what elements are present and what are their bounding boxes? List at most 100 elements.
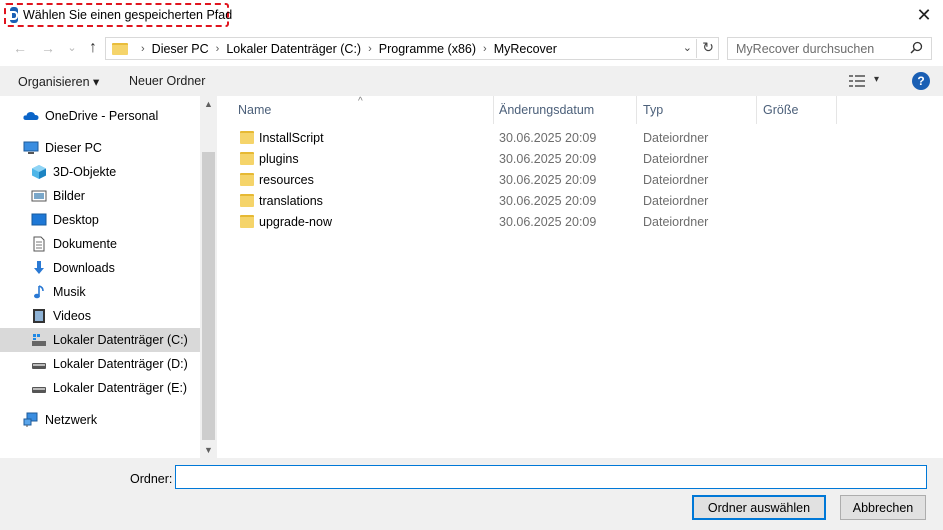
app-icon: [10, 7, 18, 23]
computer-icon: [23, 141, 39, 154]
file-date: 30.06.2025 20:09: [499, 173, 597, 187]
sidebar-item-label: Downloads: [53, 261, 115, 275]
sidebar-item-netzwerk[interactable]: Netzwerk: [0, 408, 200, 432]
folder-label: Ordner:: [130, 472, 173, 486]
table-row[interactable]: plugins 30.06.2025 20:09 Dateiordner: [238, 149, 838, 170]
column-header-date[interactable]: Änderungsdatum: [497, 96, 637, 124]
sidebar-item-label: Lokaler Datenträger (C:): [53, 333, 188, 347]
column-divider[interactable]: [836, 96, 837, 124]
sidebar-item-label: OneDrive - Personal: [45, 109, 159, 123]
breadcrumb-dieser-pc[interactable]: Dieser PC: [152, 42, 209, 56]
sidebar-item-bilder[interactable]: Bilder: [0, 184, 200, 208]
sidebar-item-drive-d[interactable]: Lokaler Datenträger (D:): [0, 352, 200, 376]
column-header-name[interactable]: Name: [236, 96, 492, 124]
sidebar-item-downloads[interactable]: Downloads: [0, 256, 200, 280]
window-title: Wählen Sie einen gespeicherten Pfad: [23, 8, 233, 22]
address-bar[interactable]: › Dieser PC › Lokaler Datenträger (C:) ›…: [105, 37, 719, 60]
document-icon: [33, 236, 45, 252]
breadcrumb-separator[interactable]: ›: [368, 43, 372, 55]
file-name: translations: [259, 194, 323, 208]
back-button[interactable]: ←: [10, 38, 30, 58]
breadcrumb-myrecover[interactable]: MyRecover: [494, 42, 557, 56]
file-list: ^ Name Änderungsdatum Typ Größe InstallS…: [218, 96, 943, 458]
drive-icon: [32, 363, 46, 369]
drive-icon: [32, 387, 46, 393]
sidebar-item-label: Dieser PC: [45, 141, 102, 155]
table-row[interactable]: resources 30.06.2025 20:09 Dateiordner: [238, 170, 838, 191]
breadcrumb-separator[interactable]: ›: [216, 43, 220, 55]
folder-icon: [240, 215, 254, 228]
cancel-button[interactable]: Abbrechen: [840, 495, 926, 520]
navigation-bar: ← → ⌄ ↑ › Dieser PC › Lokaler Datenträge…: [0, 34, 943, 62]
column-divider[interactable]: [756, 96, 757, 124]
up-button[interactable]: ↑: [83, 38, 103, 58]
column-divider[interactable]: [636, 96, 637, 124]
view-options-icon[interactable]: [849, 75, 865, 87]
table-row[interactable]: upgrade-now 30.06.2025 20:09 Dateiordner: [238, 212, 838, 233]
sidebar-item-drive-e[interactable]: Lokaler Datenträger (E:): [0, 376, 200, 400]
file-name: plugins: [259, 152, 299, 166]
select-folder-button[interactable]: Ordner auswählen: [692, 495, 826, 520]
file-name: resources: [259, 173, 314, 187]
file-type: Dateiordner: [643, 152, 709, 166]
file-date: 30.06.2025 20:09: [499, 194, 597, 208]
file-type: Dateiordner: [643, 173, 709, 187]
folder-field[interactable]: [175, 465, 927, 489]
organize-button[interactable]: Organisieren ▾: [18, 74, 99, 89]
title-bar: Wählen Sie einen gespeicherten Pfad ✕: [0, 0, 943, 30]
scroll-down-button[interactable]: ▼: [200, 445, 217, 455]
sidebar-item-label: Bilder: [53, 189, 85, 203]
title-highlight: Wählen Sie einen gespeicherten Pfad: [4, 3, 233, 27]
search-box[interactable]: MyRecover durchsuchen: [727, 37, 932, 60]
new-folder-button[interactable]: Neuer Ordner: [129, 74, 205, 88]
sidebar-item-onedrive[interactable]: OneDrive - Personal: [0, 104, 200, 128]
file-name: upgrade-now: [259, 215, 332, 229]
table-row[interactable]: InstallScript 30.06.2025 20:09 Dateiordn…: [238, 128, 838, 149]
sidebar-item-label: Desktop: [53, 213, 99, 227]
breadcrumb-drive-c[interactable]: Lokaler Datenträger (C:): [226, 42, 361, 56]
sidebar-item-drive-c[interactable]: Lokaler Datenträger (C:): [0, 328, 200, 352]
sidebar-scrollbar[interactable]: ▲ ▼: [200, 96, 217, 458]
column-divider[interactable]: [493, 96, 494, 124]
file-type: Dateiordner: [643, 131, 709, 145]
drive-icon: [32, 334, 46, 346]
scrollbar-thumb[interactable]: [202, 152, 215, 440]
sidebar-item-label: 3D-Objekte: [53, 165, 117, 179]
sidebar-item-desktop[interactable]: Desktop: [0, 208, 200, 232]
recent-locations-button[interactable]: ⌄: [62, 38, 82, 58]
dialog-footer: Ordner: Ordner auswählen Abbrechen: [0, 458, 943, 530]
column-header-type[interactable]: Typ: [641, 96, 756, 124]
address-dropdown-button[interactable]: ⌄: [683, 41, 692, 54]
sidebar-item-musik[interactable]: Musik: [0, 280, 200, 304]
download-icon: [34, 261, 44, 274]
view-dropdown-icon[interactable]: ▾: [874, 74, 879, 85]
forward-button[interactable]: →: [38, 38, 58, 58]
column-header-size[interactable]: Größe: [761, 96, 836, 124]
breadcrumb-programme-x86[interactable]: Programme (x86): [379, 42, 476, 56]
file-type: Dateiordner: [643, 194, 709, 208]
help-icon[interactable]: ?: [912, 72, 930, 90]
sidebar-item-videos[interactable]: Videos: [0, 304, 200, 328]
sidebar-item-label: Musik: [53, 285, 86, 299]
sidebar-item-dieser-pc[interactable]: Dieser PC: [0, 136, 200, 160]
file-name: InstallScript: [259, 131, 324, 145]
file-date: 30.06.2025 20:09: [499, 215, 597, 229]
file-type: Dateiordner: [643, 215, 709, 229]
scroll-up-button[interactable]: ▲: [200, 99, 217, 109]
sidebar-item-3d-objekte[interactable]: 3D-Objekte: [0, 160, 200, 184]
folder-icon: [240, 152, 254, 165]
close-button[interactable]: ✕: [913, 4, 935, 26]
pictures-icon: [31, 190, 47, 202]
folder-icon: [240, 131, 254, 144]
sidebar-item-label: Lokaler Datenträger (E:): [53, 381, 188, 395]
folder-icon: [240, 194, 254, 207]
command-bar: Organisieren ▾ Neuer Ordner ▾ ?: [0, 66, 943, 96]
search-input[interactable]: MyRecover durchsuchen: [736, 42, 874, 56]
refresh-button[interactable]: ↻: [696, 39, 714, 58]
sidebar-item-dokumente[interactable]: Dokumente: [0, 232, 200, 256]
search-icon[interactable]: [910, 41, 923, 54]
table-row[interactable]: translations 30.06.2025 20:09 Dateiordne…: [238, 191, 838, 212]
breadcrumb-separator[interactable]: ›: [483, 43, 487, 55]
folder-icon: [240, 173, 254, 186]
navigation-pane: OneDrive - Personal Dieser PC 3D-Objekte…: [0, 96, 218, 458]
